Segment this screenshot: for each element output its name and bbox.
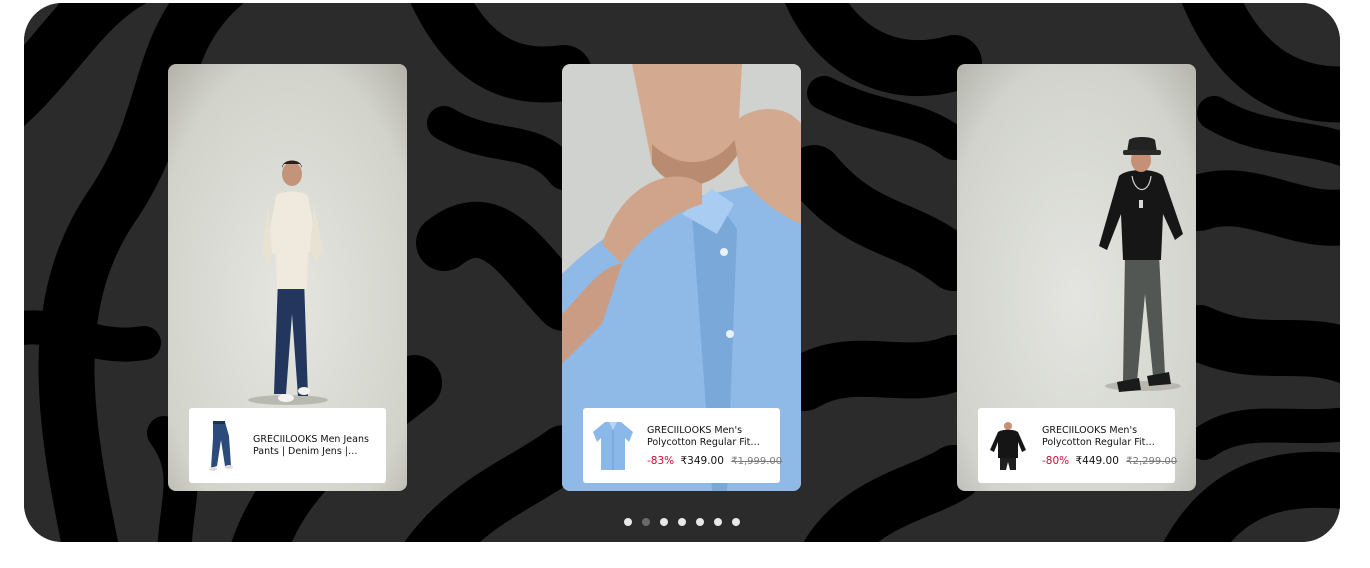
video-card[interactable]: GRECIILOOKS Men Jeans Pants | Denim Jens…	[168, 64, 407, 491]
jeans-thumbnail-icon	[193, 415, 245, 476]
pagination-dot[interactable]	[696, 518, 704, 526]
product-tag[interactable]: GRECIILOOKS Men's Polycotton Regular Fit…	[583, 408, 782, 483]
video-card[interactable]: GRECIILOOKS Men's Polycotton Regular Fit…	[562, 64, 801, 491]
product-title[interactable]: GRECIILOOKS Men's Polycotton Regular Fit…	[1042, 425, 1169, 449]
pagination-dot[interactable]	[678, 518, 686, 526]
price-row: -80% ₹449.00 ₹2,299.00	[1042, 454, 1177, 467]
price-row: -83% ₹349.00 ₹1,999.00	[647, 454, 782, 467]
pagination-dot[interactable]	[714, 518, 722, 526]
pagination-dot[interactable]	[642, 518, 650, 526]
pagination-dot[interactable]	[660, 518, 668, 526]
list-price: ₹2,299.00	[1126, 455, 1178, 467]
product-tag[interactable]: GRECIILOOKS Men's Polycotton Regular Fit…	[978, 408, 1177, 483]
pagination-dot[interactable]	[624, 518, 632, 526]
discount-badge: -80%	[1042, 454, 1070, 467]
product-title[interactable]: GRECIILOOKS Men Jeans Pants | Denim Jens…	[253, 434, 380, 458]
product-tag[interactable]: GRECIILOOKS Men Jeans Pants | Denim Jens…	[189, 408, 386, 483]
list-price: ₹1,999.00	[731, 455, 783, 467]
carousel-pagination	[24, 518, 1340, 526]
blue-shirt-thumbnail-icon	[587, 415, 639, 476]
sale-price: ₹449.00	[1075, 454, 1119, 467]
black-sweatshirt-thumbnail-icon	[982, 415, 1034, 476]
pagination-dot[interactable]	[732, 518, 740, 526]
sale-price: ₹349.00	[680, 454, 724, 467]
discount-badge: -83%	[647, 454, 675, 467]
video-carousel: GRECIILOOKS Men Jeans Pants | Denim Jens…	[24, 3, 1340, 542]
product-title[interactable]: GRECIILOOKS Men's Polycotton Regular Fit…	[647, 425, 774, 449]
video-card[interactable]: GRECIILOOKS Men's Polycotton Regular Fit…	[957, 64, 1196, 491]
